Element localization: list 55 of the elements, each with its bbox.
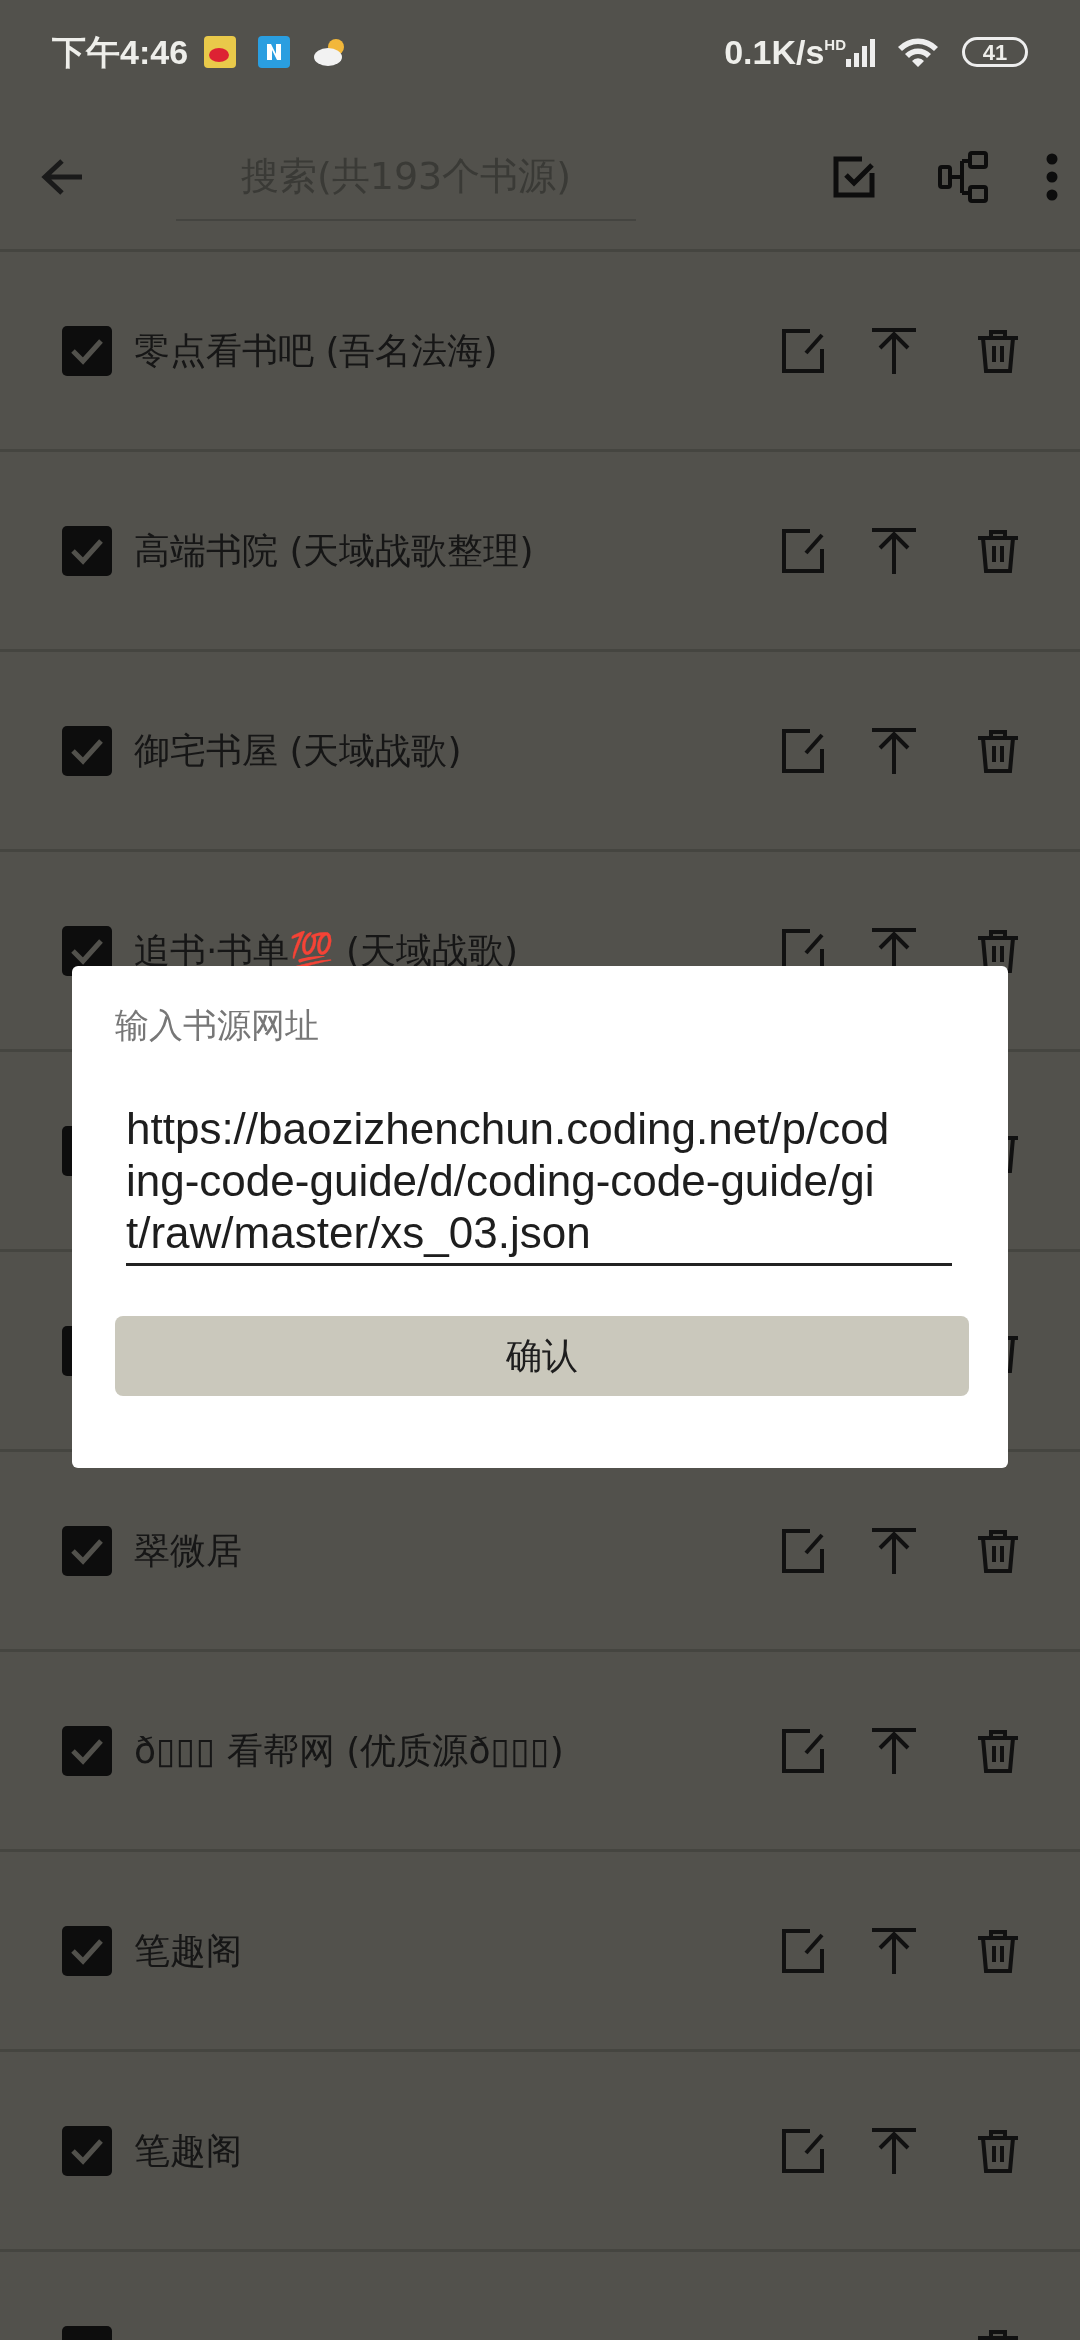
edit-icon [782,2128,826,2173]
source-name: 高端书院 (天域战歌整理) [134,528,534,573]
group-button[interactable] [938,150,990,203]
checkbox[interactable] [62,325,112,376]
more-menu-button[interactable] [1046,152,1058,201]
checkbox[interactable] [62,1925,112,1976]
dialog-title: 输入书源网址 [115,1004,320,1047]
trash-icon [976,1727,1020,1774]
arrow-to-top-icon [872,1527,916,1574]
url-field[interactable]: https://baozizhenchun.coding.net/p/coding-code-guide/d/coding-code-guide/git/raw/master/xs_03.json [126,1103,952,1266]
notification-icon [204,36,237,68]
arrow-to-top-icon [872,327,916,374]
trash-icon [976,327,1020,374]
checkbox[interactable] [62,1725,112,1776]
signal-icon [846,37,876,67]
edit-icon [782,1928,826,1973]
trash-icon [976,727,1020,774]
hierarchy-icon [938,150,990,203]
delete-button[interactable] [976,927,1020,974]
checkbox-icon [832,154,876,199]
trash-icon [976,927,1020,974]
edit-icon [782,328,826,373]
checkbox[interactable] [62,525,112,576]
edit-icon [782,528,826,573]
arrow-to-top-icon [872,1927,916,1974]
source-name: 笔趣阁 [134,1928,242,1973]
arrow-to-top-icon [872,2127,916,2174]
source-name: 翠微居 [134,1528,242,1573]
status-time: 下午4:46 [52,31,189,73]
arrow-to-top-icon [872,527,916,574]
back-arrow-icon [40,156,84,197]
source-name: 御宅书屋 (天域战歌) [134,728,462,773]
network-speed: 0.1K/s [724,31,825,73]
trash-icon [976,527,1020,574]
trash-icon [976,2127,1020,2174]
checkbox[interactable] [62,2125,112,2176]
source-name: 零点看书吧 (吾名法海) [134,328,498,373]
checkbox[interactable] [62,1525,112,1576]
confirm-button[interactable]: 确认 [115,1316,969,1396]
notification-icon [258,36,291,68]
edit-icon [782,728,826,773]
trash-icon [976,1527,1020,1574]
back-button[interactable] [40,156,84,197]
battery-indicator: 41 [962,37,1028,67]
edit-icon [782,1528,826,1573]
trash-icon [976,1927,1020,1974]
checkbox[interactable] [62,725,112,776]
source-name: ð▯▯▯ 看帮网 (优质源ð▯▯▯) [134,1728,564,1773]
edit-icon [782,1728,826,1773]
network-type: HD [824,35,846,55]
source-name: 笔趣阁 [134,2128,242,2173]
more-icon [1046,152,1058,201]
select-all-button[interactable] [832,154,876,199]
arrow-to-top-icon [872,727,916,774]
arrow-to-top-icon [872,1727,916,1774]
